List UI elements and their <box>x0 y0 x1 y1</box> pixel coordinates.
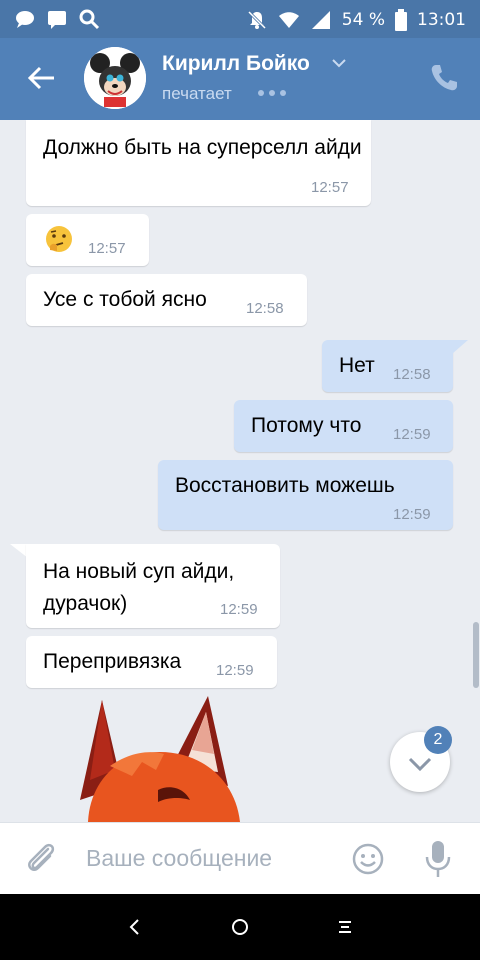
message-text: Потому что <box>251 414 362 437</box>
nav-home-icon[interactable] <box>229 916 251 938</box>
message-time: 12:59 <box>216 662 254 679</box>
message-time: 12:59 <box>220 601 258 618</box>
thinking-face-icon <box>46 226 72 252</box>
message-outgoing[interactable]: Нет 12:58 <box>322 340 453 392</box>
message-incoming[interactable]: 12:57 <box>26 214 149 266</box>
contact-name[interactable]: Кирилл Бойко <box>162 52 310 76</box>
smiley-icon[interactable] <box>352 843 384 875</box>
message-incoming[interactable]: На новый суп айди, дурачок) 12:59 <box>26 544 280 628</box>
unread-badge: 2 <box>424 726 452 754</box>
chevron-down-icon <box>408 757 432 772</box>
bubble-tail <box>452 340 468 354</box>
mute-icon <box>247 10 266 30</box>
system-navigation-bar <box>0 894 480 960</box>
phone-icon[interactable] <box>428 62 460 94</box>
message-incoming[interactable]: Перепривязка 12:59 <box>26 636 277 688</box>
mickey-avatar-icon <box>84 47 146 109</box>
chat-header: Кирилл Бойко печатает <box>0 38 480 120</box>
back-arrow-icon[interactable] <box>24 60 60 96</box>
message-time: 12:57 <box>88 240 126 257</box>
battery-level: 54 % <box>341 10 385 30</box>
message-time: 12:59 <box>393 506 431 523</box>
signal-icon <box>311 11 330 29</box>
message-incoming[interactable]: Должно быть на суперселл айди 12:57 <box>26 120 371 206</box>
message-composer: Ваше сообщение <box>0 822 480 895</box>
wifi-icon <box>278 12 299 28</box>
microphone-icon[interactable] <box>424 839 452 879</box>
fox-sticker[interactable] <box>60 690 260 822</box>
nav-recents-icon[interactable] <box>334 916 356 938</box>
message-input[interactable]: Ваше сообщение <box>86 845 272 872</box>
avatar[interactable] <box>84 47 146 109</box>
message-text: Перепривязка <box>43 650 182 673</box>
typing-status: печатает <box>162 84 232 103</box>
message-text: Восстановить можешь <box>175 474 395 497</box>
scrollbar[interactable] <box>473 622 479 688</box>
message-incoming[interactable]: Усе с тобой ясно 12:58 <box>26 274 307 326</box>
chat-notification-icon <box>16 11 34 28</box>
chevron-down-icon[interactable] <box>330 54 348 72</box>
message-text: Должно быть на суперселл айди <box>43 136 362 159</box>
clock: 13:01 <box>417 10 466 30</box>
message-time: 12:57 <box>311 179 349 196</box>
message-time: 12:59 <box>393 426 431 443</box>
search-notification-icon <box>79 9 100 30</box>
typing-dots <box>258 90 286 96</box>
paperclip-icon[interactable] <box>22 839 60 877</box>
status-bar: 54 % 13:01 <box>0 0 480 38</box>
message-time: 12:58 <box>393 366 431 383</box>
message-notification-icon <box>48 11 66 29</box>
message-outgoing[interactable]: Потому что 12:59 <box>234 400 453 452</box>
message-time: 12:58 <box>246 300 284 317</box>
battery-icon <box>395 9 407 31</box>
message-outgoing[interactable]: Восстановить можешь 12:59 <box>158 460 453 530</box>
nav-back-icon[interactable] <box>124 916 146 938</box>
message-text: Нет <box>339 354 375 377</box>
message-text: Усе с тобой ясно <box>43 288 207 311</box>
